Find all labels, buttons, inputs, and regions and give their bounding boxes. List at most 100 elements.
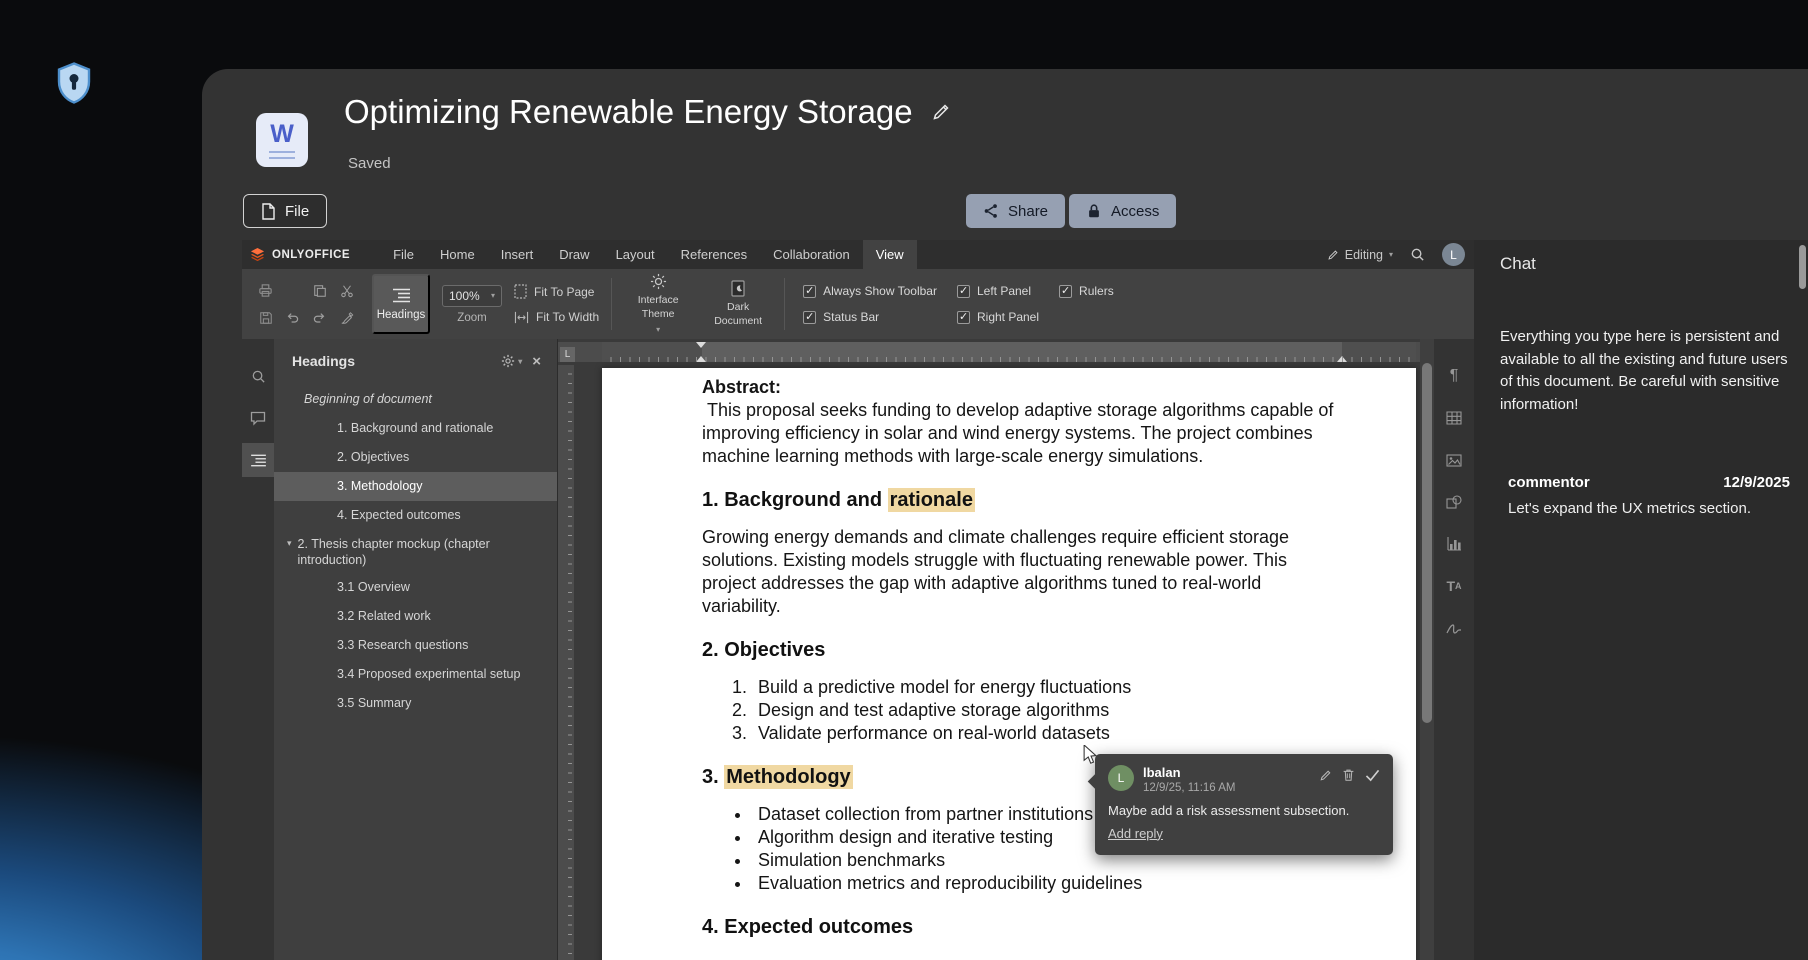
checkbox-label: Left Panel xyxy=(977,284,1031,298)
editing-pencil-icon xyxy=(1327,249,1339,261)
interface-theme-dropdown[interactable]: Interface Theme ▾ xyxy=(624,273,692,334)
chevron-down-icon: ▾ xyxy=(491,291,495,300)
file-button[interactable]: File xyxy=(243,194,327,228)
signature-settings-icon[interactable] xyxy=(1445,619,1463,637)
heading-background-rationale[interactable]: 1. Background and rationale xyxy=(702,488,1342,512)
heading-expected-outcomes[interactable]: 4. Expected outcomes xyxy=(702,915,1342,939)
document-scrollbar[interactable] xyxy=(1420,339,1434,960)
headings-panel-toggle[interactable]: Headings xyxy=(372,274,430,334)
document-page[interactable]: Abstract: This proposal seeks funding to… xyxy=(602,368,1416,960)
comments-icon[interactable] xyxy=(242,401,274,435)
edit-comment-icon[interactable] xyxy=(1319,769,1332,782)
menu-tab-file[interactable]: File xyxy=(380,240,427,269)
nav-item-research-questions[interactable]: 3.3 Research questions xyxy=(274,631,557,660)
abstract-heading[interactable]: Abstract: xyxy=(702,376,1342,399)
checkbox-label: Right Panel xyxy=(977,310,1039,324)
save-icon[interactable] xyxy=(255,307,277,329)
list-item[interactable]: Design and test adaptive storage algorit… xyxy=(752,699,1342,722)
nav-item-background[interactable]: 1. Background and rationale xyxy=(274,414,557,443)
format-paint-icon[interactable] xyxy=(336,307,358,329)
toolbar-divider xyxy=(611,278,612,330)
zoom-value: 100% xyxy=(449,289,480,303)
background-paragraph[interactable]: Growing energy demands and climate chall… xyxy=(702,526,1342,618)
delete-comment-icon[interactable] xyxy=(1342,768,1355,782)
access-button[interactable]: Access xyxy=(1069,194,1176,228)
nav-item-thesis-chapter[interactable]: 2. Thesis chapter mockup (chapter introd… xyxy=(274,530,557,573)
edit-title-icon[interactable] xyxy=(931,102,951,122)
dark-document-toggle[interactable]: Dark Document xyxy=(704,280,772,327)
checkbox-left-panel[interactable]: Left Panel xyxy=(957,284,1039,298)
chart-settings-icon[interactable] xyxy=(1445,535,1463,553)
zoom-select[interactable]: 100% ▾ xyxy=(442,285,502,307)
textart-settings-icon[interactable]: TA xyxy=(1445,577,1463,595)
checkbox-status-bar[interactable]: Status Bar xyxy=(803,310,937,324)
nav-item-experimental-setup[interactable]: 3.4 Proposed experimental setup xyxy=(274,660,557,689)
brand-label: ONLYOFFICE xyxy=(272,249,350,261)
list-item[interactable]: Evaluation metrics and reproducibility g… xyxy=(752,872,1342,895)
nav-item-summary[interactable]: 3.5 Summary xyxy=(274,689,557,718)
chat-scrollbar-thumb[interactable] xyxy=(1799,245,1806,289)
share-button[interactable]: Share xyxy=(966,194,1065,228)
list-item[interactable]: Build a predictive model for energy fluc… xyxy=(752,676,1342,699)
close-panel-icon[interactable]: × xyxy=(532,354,541,369)
fit-to-page-button[interactable]: Fit To Page xyxy=(514,284,599,299)
image-settings-icon[interactable] xyxy=(1445,451,1463,469)
nav-item-objectives[interactable]: 2. Objectives xyxy=(274,443,557,472)
shape-settings-icon[interactable] xyxy=(1445,493,1463,511)
menu-tab-view[interactable]: View xyxy=(863,240,917,269)
sun-icon xyxy=(650,273,667,290)
table-settings-icon[interactable] xyxy=(1445,409,1463,427)
panel-settings-button[interactable]: ▾ xyxy=(501,354,522,368)
chat-panel: Chat Everything you type here is persist… xyxy=(1474,240,1808,960)
chevron-down-icon: ▾ xyxy=(518,357,522,366)
word-logo-letter: W xyxy=(270,122,294,147)
nav-item-related-work[interactable]: 3.2 Related work xyxy=(274,602,557,631)
heading-objectives[interactable]: 2. Objectives xyxy=(702,638,1342,662)
cut-icon[interactable] xyxy=(336,280,358,302)
collapse-arrow-icon[interactable] xyxy=(287,536,292,550)
fit-to-width-button[interactable]: Fit To Width xyxy=(514,310,599,324)
menu-tab-home[interactable]: Home xyxy=(427,240,488,269)
nav-item-beginning[interactable]: Beginning of document xyxy=(274,385,557,414)
list-item[interactable]: Validate performance on real-world datas… xyxy=(752,722,1342,745)
chat-scrollbar[interactable] xyxy=(1799,245,1806,289)
interface-theme-label: Interface Theme xyxy=(624,294,692,320)
resolve-comment-icon[interactable] xyxy=(1365,769,1380,782)
paragraph-settings-icon[interactable]: ¶ xyxy=(1445,367,1463,385)
editing-mode-dropdown[interactable]: Editing ▾ xyxy=(1327,248,1393,262)
editor-region: ONLYOFFICE File Home Insert Draw Layout … xyxy=(202,240,1808,960)
scrollbar-thumb[interactable] xyxy=(1422,363,1432,723)
nav-item-expected-outcomes[interactable]: 4. Expected outcomes xyxy=(274,501,557,530)
nav-item-overview[interactable]: 3.1 Overview xyxy=(274,573,557,602)
menu-tab-insert[interactable]: Insert xyxy=(488,240,547,269)
search-icon[interactable] xyxy=(1410,247,1425,262)
redo-icon[interactable] xyxy=(309,307,331,329)
tab-stop-selector[interactable]: L xyxy=(560,347,575,362)
toolbar-divider xyxy=(784,278,785,330)
find-icon[interactable] xyxy=(242,359,274,393)
menu-tab-collaboration[interactable]: Collaboration xyxy=(760,240,863,269)
right-indent-marker[interactable] xyxy=(1337,351,1347,362)
gear-icon xyxy=(501,354,515,368)
left-indent-marker[interactable] xyxy=(696,351,706,362)
horizontal-ruler[interactable]: L xyxy=(558,342,1420,362)
print-icon[interactable] xyxy=(255,280,277,302)
menu-tab-layout[interactable]: Layout xyxy=(603,240,668,269)
copy-icon[interactable] xyxy=(309,280,331,302)
vertical-ruler[interactable] xyxy=(558,365,574,960)
undo-icon[interactable] xyxy=(282,307,304,329)
nav-item-methodology[interactable]: 3. Methodology xyxy=(274,472,557,501)
checkbox-right-panel[interactable]: Right Panel xyxy=(957,310,1039,324)
checkbox-rulers[interactable]: Rulers xyxy=(1059,284,1114,298)
menu-tab-draw[interactable]: Draw xyxy=(546,240,602,269)
menu-tab-references[interactable]: References xyxy=(668,240,760,269)
view-toolbar: Headings 100% ▾ Zoom Fit To Page xyxy=(242,269,1474,339)
checkbox-always-show-toolbar[interactable]: Always Show Toolbar xyxy=(803,284,937,298)
headings-icon xyxy=(392,288,411,303)
abstract-paragraph[interactable]: This proposal seeks funding to develop a… xyxy=(702,399,1342,468)
user-avatar[interactable]: L xyxy=(1442,243,1465,266)
checkbox-icon xyxy=(803,285,816,298)
navigation-icon[interactable] xyxy=(242,443,274,477)
add-reply-link[interactable]: Add reply xyxy=(1108,826,1163,841)
chevron-down-icon: ▾ xyxy=(1389,250,1393,259)
